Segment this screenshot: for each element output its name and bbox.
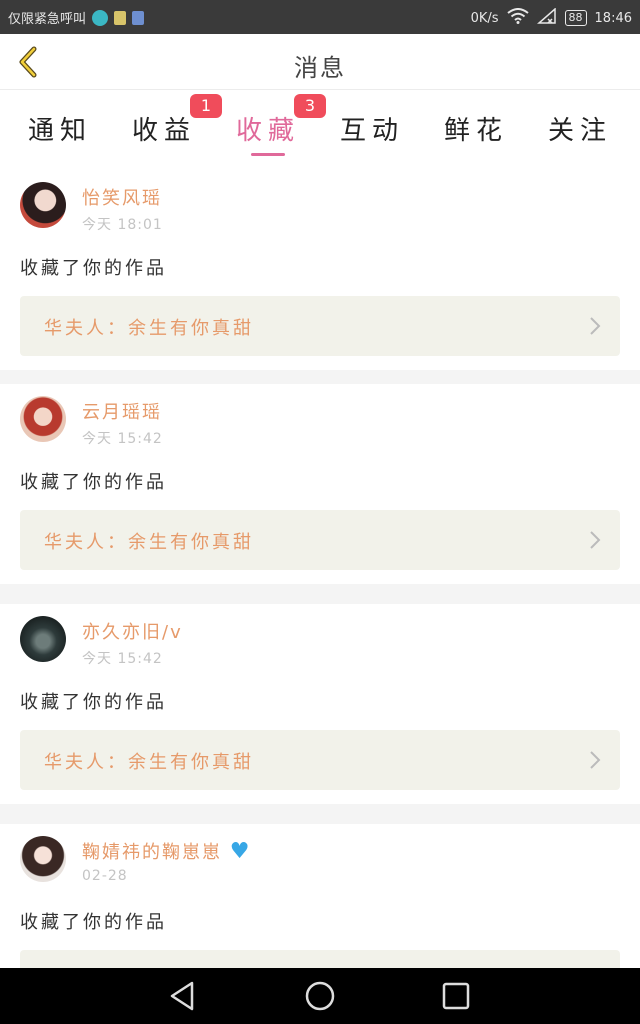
- tab-notifications[interactable]: 通知: [10, 106, 110, 162]
- chevron-right-icon: [590, 751, 601, 769]
- tab-favorites[interactable]: 收藏 3: [218, 94, 326, 162]
- work-title: 华夫人：余生有你真甜: [44, 532, 254, 553]
- tab-bar: 通知 收益 1 收藏 3 互动 鲜花 关注: [0, 90, 640, 170]
- battery-icon: 88: [564, 10, 587, 26]
- tab-label: 收益: [131, 116, 196, 146]
- sim-icon: [114, 10, 127, 25]
- header: 消息: [0, 34, 640, 90]
- timestamp: 今天 15:42: [82, 651, 163, 667]
- triangle-back-icon: [170, 981, 194, 1011]
- list-item: 亦久亦旧/v 今天 15:42 收藏了你的作品 华夫人：余生有你真甜: [0, 604, 640, 804]
- tab-label: 鲜花: [443, 116, 508, 146]
- tab-interactions[interactable]: 互动: [322, 106, 422, 162]
- chevron-right-icon: [590, 531, 601, 549]
- active-tab-indicator: [251, 153, 285, 156]
- status-bar-right: 0K/s 88 18:46: [470, 7, 632, 28]
- tab-label: 收藏: [235, 116, 300, 146]
- timestamp: 02-28: [82, 868, 128, 884]
- username[interactable]: 怡笑风瑶: [82, 184, 162, 210]
- tab-label: 关注: [547, 116, 612, 146]
- action-text: 收藏了你的作品: [20, 692, 167, 713]
- nav-recents-button[interactable]: [436, 980, 476, 1012]
- work-title: 华夫人：余生有你真甜: [44, 752, 254, 773]
- moon-app-icon: [92, 9, 109, 26]
- list-item: 怡笑风瑶 今天 18:01 收藏了你的作品 华夫人：余生有你真甜: [0, 170, 640, 370]
- avatar[interactable]: [20, 836, 66, 882]
- username[interactable]: 鞠婧祎的鞠崽崽 ♥: [82, 838, 251, 864]
- tab-earnings[interactable]: 收益 1: [114, 94, 222, 162]
- list-item: 云月瑶瑶 今天 15:42 收藏了你的作品 华夫人：余生有你真甜: [0, 384, 640, 584]
- action-text: 收藏了你的作品: [20, 912, 167, 933]
- carrier-text: 仅限紧急呼叫: [8, 12, 87, 27]
- avatar[interactable]: [20, 616, 66, 662]
- work-link[interactable]: 华夫人：余生有你真甜: [20, 730, 620, 790]
- wifi-icon: [506, 8, 529, 28]
- signal-icon: [536, 7, 557, 28]
- tab-flowers[interactable]: 鲜花: [426, 106, 526, 162]
- nav-home-button[interactable]: [300, 980, 340, 1012]
- message-feed[interactable]: 怡笑风瑶 今天 18:01 收藏了你的作品 华夫人：余生有你真甜 云月瑶瑶 今天…: [0, 170, 640, 968]
- status-bar: 仅限紧急呼叫 0K/s 88 18:46: [0, 0, 640, 34]
- page-title: 消息: [294, 54, 346, 82]
- heart-icon: ♥: [229, 839, 252, 864]
- storage-icon: [132, 10, 145, 25]
- chevron-right-icon: [590, 317, 601, 335]
- net-speed: 0K/s: [470, 10, 499, 26]
- avatar[interactable]: [20, 182, 66, 228]
- timestamp: 今天 18:01: [82, 217, 163, 233]
- tab-follows[interactable]: 关注: [530, 106, 630, 162]
- tab-label: 互动: [339, 116, 404, 146]
- tab-label: 通知: [27, 116, 92, 146]
- username[interactable]: 亦久亦旧/v: [82, 618, 183, 644]
- clock: 18:46: [594, 10, 632, 26]
- action-text: 收藏了你的作品: [20, 472, 167, 493]
- action-text: 收藏了你的作品: [20, 258, 167, 279]
- circle-home-icon: [305, 981, 335, 1011]
- avatar[interactable]: [20, 396, 66, 442]
- work-link[interactable]: 华夫人：余生有你真甜: [20, 510, 620, 570]
- system-navigation-bar: [0, 968, 640, 1024]
- work-link[interactable]: [20, 950, 620, 968]
- work-link[interactable]: 华夫人：余生有你真甜: [20, 296, 620, 356]
- list-item: 鞠婧祎的鞠崽崽 ♥ 02-28 收藏了你的作品: [0, 824, 640, 968]
- square-recents-icon: [442, 982, 470, 1010]
- nav-back-button[interactable]: [162, 980, 202, 1012]
- status-bar-left: 仅限紧急呼叫: [8, 8, 145, 27]
- username[interactable]: 云月瑶瑶: [82, 398, 162, 424]
- timestamp: 今天 15:42: [82, 431, 163, 447]
- work-title: 华夫人：余生有你真甜: [44, 318, 254, 339]
- username-text: 鞠婧祎的鞠崽崽: [82, 842, 222, 863]
